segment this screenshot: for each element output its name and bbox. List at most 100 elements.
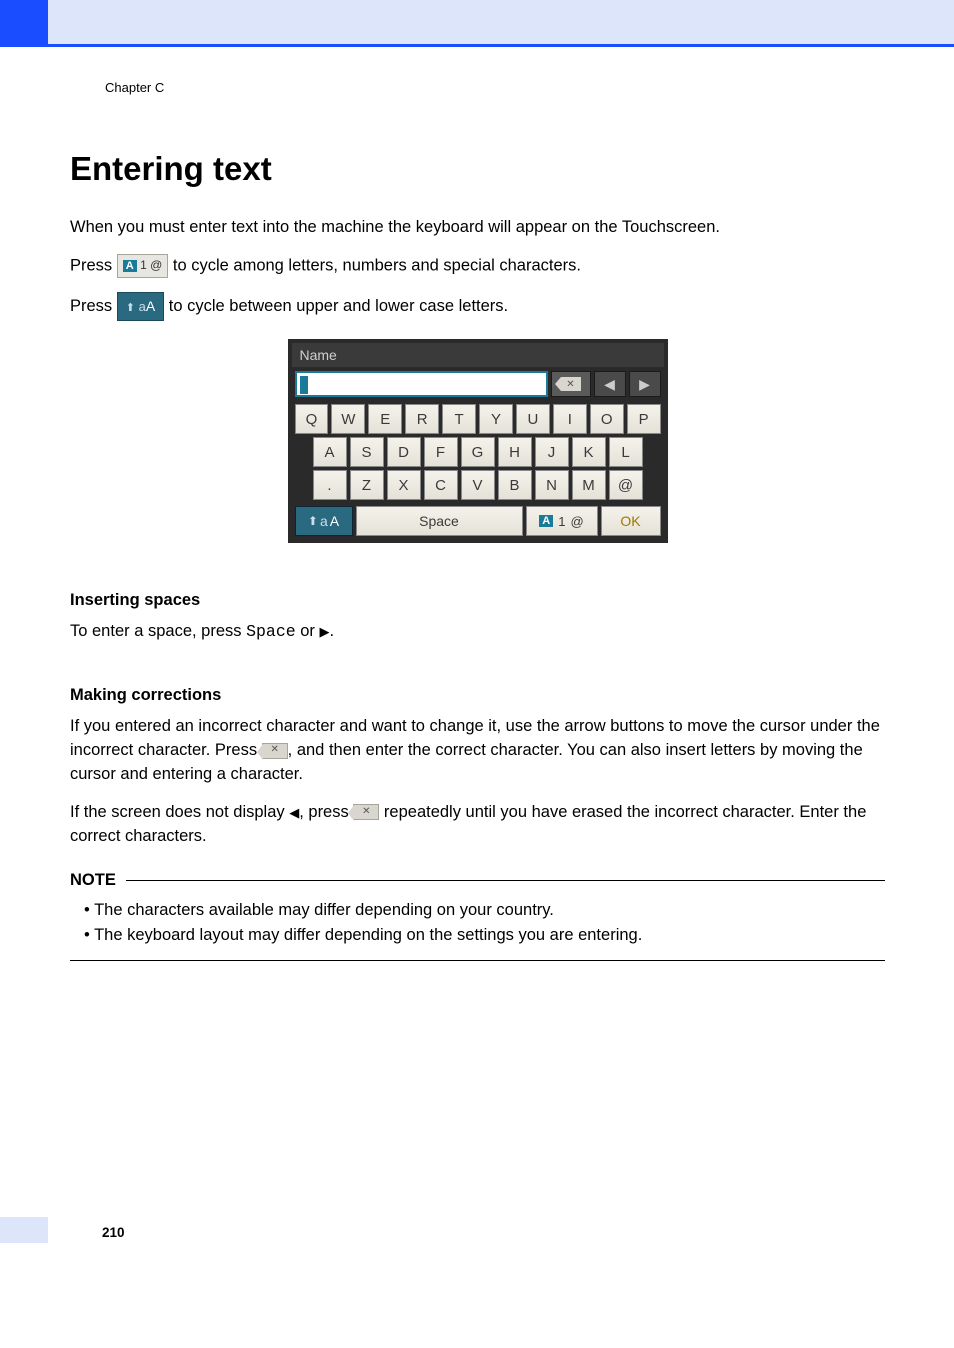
left-margin bbox=[0, 0, 48, 1348]
key-c[interactable]: C bbox=[424, 470, 458, 500]
key-e[interactable]: E bbox=[368, 404, 402, 434]
keyboard-bottom-row: ⬆ aA Space A 1 @ OK bbox=[292, 506, 664, 539]
keyboard-row-3: . Z X C V B N M @ bbox=[295, 470, 661, 500]
key-s[interactable]: S bbox=[350, 437, 384, 467]
key-t[interactable]: T bbox=[442, 404, 476, 434]
key-at[interactable]: @ bbox=[609, 470, 643, 500]
keyboard-rows: Q W E R T Y U I O P A S D F G H bbox=[292, 401, 664, 506]
key-g[interactable]: G bbox=[461, 437, 495, 467]
ok-key[interactable]: OK bbox=[601, 506, 661, 536]
press-line-2: Press ⬆ aA to cycle between upper and lo… bbox=[70, 292, 885, 321]
press2-b: to cycle between upper and lower case le… bbox=[169, 297, 508, 315]
backspace-icon: ✕ bbox=[561, 377, 581, 391]
shift-key[interactable]: ⬆ aA bbox=[295, 506, 353, 536]
note-block: NOTE The characters available may differ… bbox=[70, 871, 885, 961]
key-u[interactable]: U bbox=[516, 404, 550, 434]
sec2-p2a: If the screen does not display bbox=[70, 803, 289, 821]
shift-button-inline: ⬆ aA bbox=[117, 292, 164, 321]
press1-a: Press bbox=[70, 256, 117, 274]
shift-chip-a: a bbox=[139, 299, 146, 314]
key-z[interactable]: Z bbox=[350, 470, 384, 500]
inserting-spaces-text: To enter a space, press Space or ▶. bbox=[70, 620, 885, 644]
space-key[interactable]: Space bbox=[356, 506, 523, 536]
note-item-2: The keyboard layout may differ depending… bbox=[84, 923, 885, 948]
keyboard-input-row: ✕ ◀ ▶ bbox=[292, 367, 664, 401]
backspace-x-icon: ✕ bbox=[566, 379, 574, 390]
making-corrections-heading: Making corrections bbox=[70, 686, 885, 705]
key-w[interactable]: W bbox=[331, 404, 365, 434]
key-r[interactable]: R bbox=[405, 404, 439, 434]
shift-arrow-icon: ⬆ bbox=[126, 302, 135, 314]
key-f[interactable]: F bbox=[424, 437, 458, 467]
note-rule-bottom bbox=[70, 960, 885, 961]
backspace-key[interactable]: ✕ bbox=[551, 371, 591, 397]
corrections-para-1: If you entered an incorrect character an… bbox=[70, 715, 885, 787]
inserting-spaces-heading: Inserting spaces bbox=[70, 591, 885, 610]
key-p[interactable]: P bbox=[627, 404, 661, 434]
mode-key-1: 1 bbox=[558, 514, 565, 529]
sec2-p2b: , press bbox=[299, 803, 353, 821]
sec1-b: or bbox=[296, 622, 320, 640]
press2-a: Press bbox=[70, 297, 117, 315]
note-list: The characters available may differ depe… bbox=[70, 890, 885, 960]
touchscreen-keyboard: Name ✕ ◀ ▶ Q W E R T Y U bbox=[288, 339, 668, 543]
chapter-label: Chapter C bbox=[105, 80, 885, 95]
shift-key-a: a bbox=[320, 513, 328, 529]
header-rule bbox=[48, 44, 954, 47]
shift-chip-A: A bbox=[146, 298, 155, 314]
key-j[interactable]: J bbox=[535, 437, 569, 467]
key-m[interactable]: M bbox=[572, 470, 606, 500]
shift-key-A: A bbox=[330, 513, 339, 529]
note-item-1: The characters available may differ depe… bbox=[84, 898, 885, 923]
press1-b: to cycle among letters, numbers and spec… bbox=[173, 256, 581, 274]
key-a[interactable]: A bbox=[313, 437, 347, 467]
left-margin-top bbox=[0, 0, 48, 47]
mode-chip-1: 1 bbox=[140, 258, 147, 272]
corrections-para-2: If the screen does not display ◀, press … bbox=[70, 801, 885, 849]
intro-text: When you must enter text into the machin… bbox=[70, 216, 885, 240]
key-i[interactable]: I bbox=[553, 404, 587, 434]
key-l[interactable]: L bbox=[609, 437, 643, 467]
key-x[interactable]: X bbox=[387, 470, 421, 500]
keyboard-text-field[interactable] bbox=[295, 371, 548, 397]
keyboard-row-2: A S D F G H J K L bbox=[295, 437, 661, 467]
key-h[interactable]: H bbox=[498, 437, 532, 467]
cursor-right-key[interactable]: ▶ bbox=[629, 371, 661, 397]
space-keyword: Space bbox=[246, 622, 296, 641]
note-label: NOTE bbox=[70, 871, 116, 890]
key-k[interactable]: K bbox=[572, 437, 606, 467]
shift-up-icon: ⬆ bbox=[308, 514, 318, 528]
key-period[interactable]: . bbox=[313, 470, 347, 500]
note-rule-top bbox=[126, 880, 885, 881]
key-v[interactable]: V bbox=[461, 470, 495, 500]
keyboard-row-1: Q W E R T Y U I O P bbox=[295, 404, 661, 434]
page-number-tab bbox=[0, 1217, 48, 1243]
page-title: Entering text bbox=[70, 150, 885, 188]
key-o[interactable]: O bbox=[590, 404, 624, 434]
text-cursor bbox=[300, 376, 308, 394]
key-b[interactable]: B bbox=[498, 470, 532, 500]
note-header: NOTE bbox=[70, 871, 885, 890]
mode-chip-A: A bbox=[123, 260, 137, 272]
backspace-inline-x-icon-2: ✕ bbox=[362, 805, 370, 820]
key-y[interactable]: Y bbox=[479, 404, 513, 434]
cursor-left-key[interactable]: ◀ bbox=[594, 371, 626, 397]
page: Chapter C Entering text When you must en… bbox=[0, 0, 954, 1348]
key-d[interactable]: D bbox=[387, 437, 421, 467]
mode-cycle-button-inline: A 1 @ bbox=[117, 254, 169, 278]
mode-key[interactable]: A 1 @ bbox=[526, 506, 598, 536]
keyboard-title: Name bbox=[292, 343, 664, 367]
left-triangle-icon: ◀ bbox=[289, 805, 299, 820]
backspace-inline-x-icon: ✕ bbox=[270, 743, 278, 758]
mode-key-A: A bbox=[539, 515, 553, 527]
key-q[interactable]: Q bbox=[295, 404, 329, 434]
sec1-a: To enter a space, press bbox=[70, 622, 246, 640]
key-n[interactable]: N bbox=[535, 470, 569, 500]
sec1-c: . bbox=[329, 622, 334, 640]
press-line-1: Press A 1 @ to cycle among letters, numb… bbox=[70, 254, 885, 278]
content: Chapter C Entering text When you must en… bbox=[70, 80, 885, 961]
backspace-icon-inline-2: ✕ bbox=[353, 804, 379, 820]
backspace-icon-inline: ✕ bbox=[262, 743, 288, 759]
page-number: 210 bbox=[102, 1225, 125, 1240]
mode-key-at: @ bbox=[570, 514, 583, 529]
